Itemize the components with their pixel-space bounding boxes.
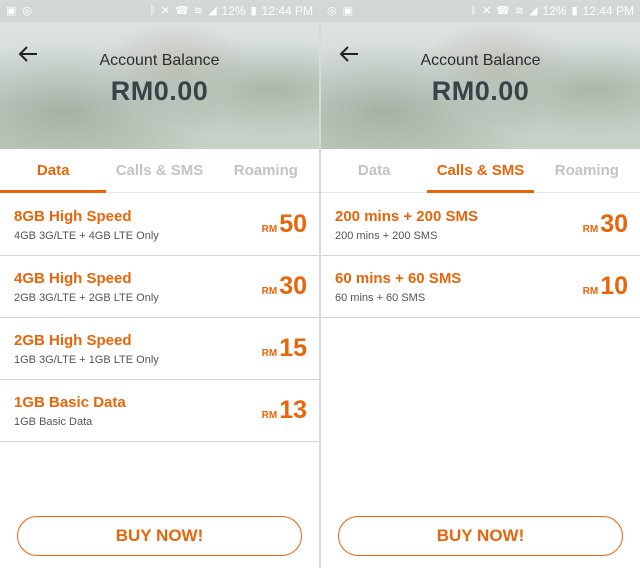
plan-description: 1GB 3G/LTE + 1GB LTE Only	[14, 354, 159, 366]
plan-description: 1GB Basic Data	[14, 416, 93, 428]
plan-list: 200 mins + 200 SMS 200 mins + 200 SMS RM…	[321, 194, 640, 318]
signal-icon: ◢	[208, 4, 217, 17]
account-balance-value: RM0.00	[431, 76, 530, 106]
battery-icon: ▮	[250, 4, 257, 17]
tab-bar: Data Calls & SMS Roaming	[321, 149, 640, 193]
status-bar: ◎ ▣ ᛒ ✕ ☎ ≋ ◢ 12% ▮ 12:44 PM	[321, 0, 640, 22]
account-balance-label: Account Balance	[99, 52, 220, 69]
price-currency: RM	[261, 410, 278, 421]
header-banner	[0, 0, 319, 149]
plan-description: 2GB 3G/LTE + 2GB LTE Only	[14, 292, 159, 304]
mute-icon: ✕	[481, 4, 492, 17]
plan-item[interactable]: 4GB High Speed 2GB 3G/LTE + 2GB LTE Only…	[0, 256, 319, 318]
plan-description: 60 mins + 60 SMS	[335, 292, 426, 304]
plan-name: 2GB High Speed	[14, 332, 132, 349]
battery-icon: ▮	[571, 4, 578, 17]
gallery-icon: ▣	[342, 4, 354, 17]
header-banner	[321, 0, 640, 149]
buy-now-button[interactable]: BUY NOW!	[338, 516, 623, 556]
plan-item[interactable]: 1GB Basic Data 1GB Basic Data RM 13	[0, 380, 319, 442]
status-bar: ▣ ◎ ᛒ ✕ ☎ ≋ ◢ 12% ▮ 12:44 PM	[0, 0, 319, 22]
price-currency: RM	[582, 286, 599, 297]
plan-item[interactable]: 200 mins + 200 SMS 200 mins + 200 SMS RM…	[321, 194, 640, 256]
account-balance-value: RM0.00	[110, 76, 209, 106]
call-icon: ☎	[496, 4, 510, 17]
plan-list: 8GB High Speed 4GB 3G/LTE + 4GB LTE Only…	[0, 194, 319, 442]
signal-icon: ◢	[529, 4, 538, 17]
clock: 12:44 PM	[582, 4, 634, 18]
plan-name: 60 mins + 60 SMS	[335, 270, 462, 287]
price-amount: 10	[600, 272, 628, 300]
plan-description: 4GB 3G/LTE + 4GB LTE Only	[14, 230, 159, 242]
tab-data[interactable]: Data	[0, 149, 107, 193]
plan-price: RM 13	[262, 396, 307, 425]
plan-item[interactable]: 60 mins + 60 SMS 60 mins + 60 SMS RM 10	[321, 256, 640, 318]
tab-calls-sms[interactable]: Calls & SMS	[427, 149, 534, 193]
price-currency: RM	[261, 348, 278, 359]
screen-data-tab: ▣ ◎ ᛒ ✕ ☎ ≋ ◢ 12% ▮ 12:44 PM Account Bal…	[0, 0, 319, 568]
plan-item[interactable]: 2GB High Speed 1GB 3G/LTE + 1GB LTE Only…	[0, 318, 319, 380]
bluetooth-icon: ᛒ	[149, 4, 156, 17]
mute-icon: ✕	[160, 4, 171, 17]
location-icon: ◎	[327, 4, 337, 17]
tab-data[interactable]: Data	[321, 149, 427, 192]
wifi-icon: ≋	[193, 4, 204, 17]
plan-name: 200 mins + 200 SMS	[335, 208, 478, 225]
wifi-icon: ≋	[514, 4, 525, 17]
plan-price: RM 30	[262, 272, 307, 301]
price-amount: 30	[279, 272, 307, 300]
battery-percent: 12%	[542, 4, 567, 18]
plan-name: 4GB High Speed	[14, 270, 132, 287]
plan-price: RM 15	[262, 334, 307, 363]
clock: 12:44 PM	[261, 4, 313, 18]
call-icon: ☎	[175, 4, 189, 17]
plan-price: RM 10	[583, 272, 628, 301]
buy-now-button[interactable]: BUY NOW!	[17, 516, 302, 556]
screen-calls-sms-tab: ◎ ▣ ᛒ ✕ ☎ ≋ ◢ 12% ▮ 12:44 PM Account Bal…	[321, 0, 640, 568]
plan-name: 1GB Basic Data	[14, 394, 126, 411]
gallery-icon: ▣	[6, 4, 17, 17]
price-currency: RM	[261, 286, 278, 297]
plan-item[interactable]: 8GB High Speed 4GB 3G/LTE + 4GB LTE Only…	[0, 194, 319, 256]
plan-price: RM 50	[262, 210, 307, 239]
tab-bar: Data Calls & SMS Roaming	[0, 149, 319, 193]
plan-price: RM 30	[583, 210, 628, 239]
price-currency: RM	[261, 224, 278, 235]
battery-percent: 12%	[221, 4, 246, 18]
plan-description: 200 mins + 200 SMS	[335, 230, 438, 242]
tab-calls-sms[interactable]: Calls & SMS	[106, 149, 212, 192]
price-amount: 13	[279, 396, 307, 424]
price-currency: RM	[582, 224, 599, 235]
price-amount: 50	[279, 210, 307, 238]
tab-roaming[interactable]: Roaming	[534, 149, 640, 192]
price-amount: 15	[279, 334, 307, 362]
account-balance-label: Account Balance	[420, 52, 541, 69]
price-amount: 30	[600, 210, 628, 238]
bluetooth-icon: ᛒ	[470, 4, 477, 17]
location-icon: ◎	[22, 4, 33, 17]
plan-name: 8GB High Speed	[14, 208, 132, 225]
tab-roaming[interactable]: Roaming	[213, 149, 319, 192]
